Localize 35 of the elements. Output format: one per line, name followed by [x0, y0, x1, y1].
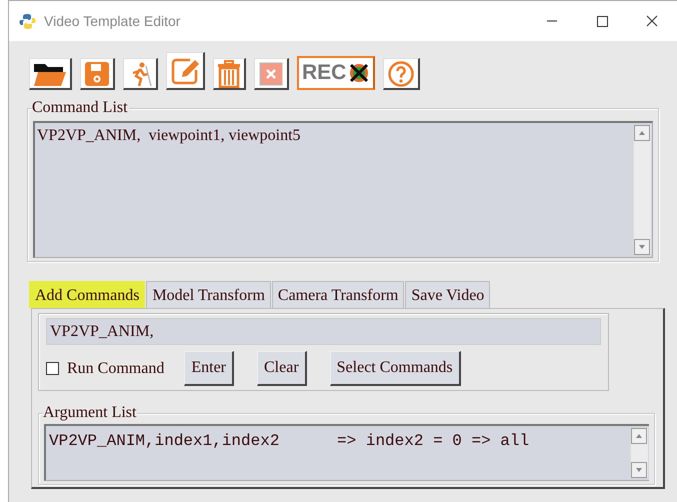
argument-list-box[interactable]: VP2VP_ANIM,index1,index2 => index2 = 0 => all	[44, 424, 649, 481]
window-title: Video Template Editor	[44, 13, 180, 29]
checkbox-icon[interactable]	[46, 362, 59, 375]
save-button[interactable]	[80, 58, 115, 90]
tab[interactable]: Model Transform	[146, 281, 271, 308]
run-command-checkbox[interactable]: Run Command	[46, 360, 164, 378]
edit-button[interactable]	[166, 52, 205, 90]
scrollbar[interactable]	[633, 125, 651, 255]
help-button[interactable]	[383, 58, 420, 90]
record-button[interactable]: REC	[297, 56, 376, 90]
scrollbar[interactable]	[630, 428, 648, 478]
scroll-down-icon[interactable]	[634, 239, 650, 255]
tab[interactable]: Save Video	[405, 281, 490, 308]
trash-button[interactable]	[213, 58, 246, 90]
python-logo-icon	[19, 12, 36, 30]
command-input-field[interactable]: VP2VP_ANIM,	[46, 318, 601, 345]
scroll-up-icon[interactable]	[634, 125, 650, 141]
tab[interactable]: Camera Transform	[272, 281, 404, 308]
crossed-circle-icon	[348, 62, 370, 84]
scroll-up-icon[interactable]	[631, 428, 647, 444]
command-line: VP2VP_ANIM, viewpoint1, viewpoint5	[37, 127, 302, 145]
delete-icon	[258, 60, 284, 86]
command-list-box[interactable]: VP2VP_ANIM, viewpoint1, viewpoint5	[33, 121, 653, 258]
help-icon	[387, 60, 416, 88]
delete-button[interactable]	[254, 58, 289, 90]
button[interactable]: Enter	[184, 351, 234, 386]
button[interactable]: Clear	[257, 351, 307, 386]
tab[interactable]: Add Commands	[29, 281, 146, 308]
trash-icon	[217, 60, 241, 88]
scroll-down-icon[interactable]	[631, 462, 647, 478]
argument-line: VP2VP_ANIM,index1,index2 => index2 = 0 => all	[49, 432, 530, 450]
button[interactable]: Select Commands	[330, 351, 461, 386]
run-button[interactable]	[123, 58, 158, 90]
open-button[interactable]	[29, 58, 72, 90]
group-title: Argument List	[43, 404, 138, 422]
